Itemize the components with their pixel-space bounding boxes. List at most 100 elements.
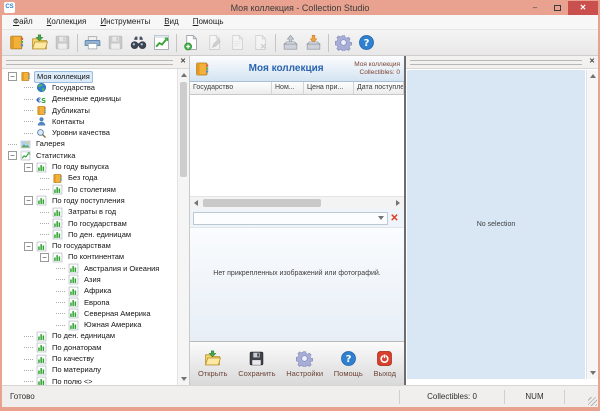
tree-item[interactable]: Австралия и Океания <box>2 263 177 274</box>
image-combobox[interactable] <box>193 212 388 225</box>
scroll-right-icon[interactable] <box>392 197 404 209</box>
tree-item[interactable]: По материалу <box>2 365 177 376</box>
menu-view[interactable]: Вид <box>157 15 185 29</box>
column-header[interactable]: Дата поступления <box>354 82 404 94</box>
scroll-down-icon[interactable] <box>178 373 189 385</box>
maximize-button[interactable] <box>546 1 568 15</box>
detail-scrollbar[interactable] <box>586 70 598 379</box>
help-button[interactable]: ?Помощь <box>334 350 363 378</box>
tree-item-label: Азия <box>82 275 103 285</box>
toolbar-find-button[interactable] <box>127 32 150 54</box>
tree-item[interactable]: По полю <> <box>2 376 177 385</box>
hscroll-thumb[interactable] <box>203 199 321 207</box>
scroll-down-icon[interactable] <box>587 367 598 379</box>
tree-item[interactable]: Галерея <box>2 139 177 150</box>
scroll-up-icon[interactable] <box>587 70 598 82</box>
scroll-left-icon[interactable] <box>190 197 202 209</box>
bars-icon <box>36 354 47 365</box>
bars-icon <box>36 376 47 385</box>
tree-item[interactable]: €SДенежные единицы <box>2 94 177 105</box>
drag-grip[interactable] <box>6 60 173 65</box>
column-header[interactable]: Ном... <box>272 82 304 94</box>
toolbar-open-button[interactable] <box>28 32 51 54</box>
tree-item-label: Европа <box>82 298 112 308</box>
menu-file[interactable]: Файл <box>6 15 40 29</box>
tree-item[interactable]: Европа <box>2 297 177 308</box>
collection-title: Моя коллекция <box>218 63 354 74</box>
toolbar-new-item-button[interactable] <box>180 32 203 54</box>
tree-item-label: По государствам <box>50 241 113 251</box>
toolbar-separator <box>328 34 329 52</box>
page-new-icon <box>183 34 200 51</box>
menu-help[interactable]: Помощь <box>186 15 231 29</box>
scroll-thumb[interactable] <box>180 82 187 177</box>
remove-image-button[interactable]: ✕ <box>388 212 401 225</box>
tree-connector <box>56 325 65 326</box>
tree-item[interactable]: Северная Америка <box>2 308 177 319</box>
tree-item-label: По материалу <box>50 365 103 375</box>
tree-item[interactable]: Дубликаты <box>2 105 177 116</box>
tree-scrollbar[interactable] <box>177 69 189 385</box>
tree-item[interactable]: По ден. единицам <box>2 229 177 240</box>
tree-item[interactable]: −Моя коллекция <box>2 71 177 82</box>
expand-toggle[interactable]: − <box>24 163 33 172</box>
tree-item[interactable]: −По континентам <box>2 252 177 263</box>
expand-toggle[interactable]: − <box>8 72 17 81</box>
tree-item[interactable]: Африка <box>2 286 177 297</box>
close-button[interactable]: ✕ <box>568 1 598 15</box>
toolbar-settings-button[interactable] <box>332 32 355 54</box>
menu-tools[interactable]: Инструменты <box>93 15 157 29</box>
scroll-up-icon[interactable] <box>178 69 189 81</box>
toolbar-print-button[interactable] <box>81 32 104 54</box>
toolbar-separator <box>275 34 276 52</box>
line-chart-icon <box>153 34 170 51</box>
open-button[interactable]: Открыть <box>198 350 227 378</box>
table-hscrollbar[interactable] <box>190 197 404 209</box>
toolbar-collection-button[interactable] <box>5 32 28 54</box>
tree-item[interactable]: −Статистика <box>2 150 177 161</box>
close-panel-icon[interactable]: ✕ <box>586 56 598 68</box>
drag-grip[interactable] <box>410 60 582 65</box>
tree-item[interactable]: По донаторам <box>2 342 177 353</box>
tree-panel-header[interactable]: ✕ <box>2 56 189 69</box>
close-panel-icon[interactable]: ✕ <box>177 56 189 68</box>
tree-item[interactable]: Уровни качества <box>2 127 177 138</box>
tree-item[interactable]: Без года <box>2 173 177 184</box>
expand-toggle[interactable]: − <box>24 242 33 251</box>
column-header[interactable]: Цена при... <box>304 82 354 94</box>
toolbar-import-button[interactable] <box>302 32 325 54</box>
menu-collection[interactable]: Коллекция <box>40 15 94 29</box>
tree-connector <box>56 302 65 303</box>
resize-grip[interactable] <box>588 397 597 406</box>
tree-item[interactable]: − По государствам <box>2 240 177 251</box>
tree-item[interactable]: По качеству <box>2 353 177 364</box>
summary-title: Моя коллекция <box>354 61 400 68</box>
minimize-button[interactable]: – <box>524 1 546 15</box>
expand-toggle[interactable]: − <box>24 196 33 205</box>
tree-item[interactable]: −По году выпуска <box>2 161 177 172</box>
toolbar-statistics-button[interactable] <box>150 32 173 54</box>
no-images-message: Нет прикрепленных изображений или фотогр… <box>190 228 404 277</box>
tree-item[interactable]: Затраты в год <box>2 207 177 218</box>
tree-item[interactable]: Государства <box>2 82 177 93</box>
save-button[interactable]: Сохранить <box>238 350 275 378</box>
status-end <box>564 390 598 404</box>
tree-item[interactable]: Контакты <box>2 116 177 127</box>
tree-item[interactable]: −По году поступления <box>2 195 177 206</box>
tree-item[interactable]: Южная Америка <box>2 320 177 331</box>
column-header[interactable]: Государство <box>190 82 272 94</box>
settings-button[interactable]: Настройки <box>286 350 323 378</box>
toolbar-export-button[interactable] <box>279 32 302 54</box>
exit-button[interactable]: Выход <box>374 350 396 378</box>
tree-item[interactable]: По столетиям <box>2 184 177 195</box>
expand-toggle[interactable]: − <box>8 151 17 160</box>
tree-item[interactable]: Азия <box>2 274 177 285</box>
toolbar-help-button[interactable]: ? <box>355 32 378 54</box>
bars-icon <box>36 162 47 173</box>
expand-toggle[interactable]: − <box>40 253 49 262</box>
items-table-body[interactable] <box>190 95 404 197</box>
tree-item[interactable]: По государствам <box>2 218 177 229</box>
tree-item[interactable]: По ден. единицам <box>2 331 177 342</box>
toolbar-separator <box>176 34 177 52</box>
detail-panel-header[interactable]: ✕ <box>406 56 598 69</box>
